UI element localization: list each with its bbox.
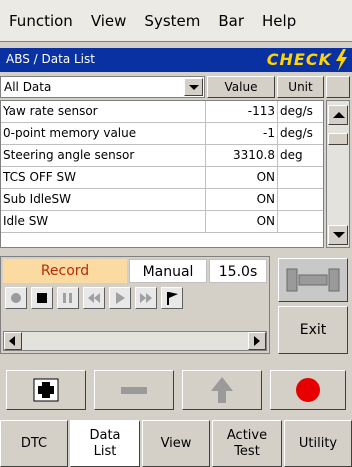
chevron-down-icon[interactable] bbox=[184, 78, 203, 96]
item-unit: deg/s bbox=[280, 104, 313, 118]
item-name: 0-point memory value bbox=[1, 123, 206, 144]
item-value: ON bbox=[206, 167, 278, 188]
exit-button[interactable]: Exit bbox=[278, 306, 348, 354]
table-row[interactable]: Idle SW ON bbox=[1, 211, 323, 233]
red-circle-icon bbox=[296, 378, 320, 402]
horizontal-scrollbar[interactable] bbox=[3, 331, 267, 351]
vertical-scrollbar[interactable] bbox=[326, 100, 350, 248]
add-button[interactable] bbox=[6, 370, 86, 410]
move-up-button[interactable] bbox=[182, 370, 262, 410]
lightning-icon bbox=[336, 49, 347, 71]
item-unit bbox=[278, 211, 323, 232]
data-filter-select[interactable]: All Data bbox=[0, 76, 205, 98]
up-arrow-icon bbox=[211, 377, 233, 403]
tab-label-line2: List bbox=[93, 444, 117, 459]
scroll-left-icon[interactable] bbox=[4, 332, 22, 350]
item-value: ON bbox=[206, 189, 278, 210]
tab-dtc[interactable]: DTC bbox=[0, 420, 68, 467]
plus-icon bbox=[33, 378, 59, 402]
item-value: -113 bbox=[206, 101, 278, 122]
column-header-blank bbox=[326, 76, 350, 98]
record-panel: Record Manual 15.0s bbox=[0, 256, 270, 354]
item-value: -1 bbox=[206, 123, 278, 144]
pause-icon[interactable] bbox=[57, 287, 79, 309]
check-badge: CHECK bbox=[266, 50, 332, 69]
tool-button[interactable] bbox=[278, 258, 348, 302]
item-name: TCS OFF SW bbox=[1, 167, 206, 188]
record-circle-icon[interactable] bbox=[5, 287, 27, 309]
menu-bar-item[interactable]: Bar bbox=[209, 12, 253, 30]
screen-title: ABS / Data List bbox=[6, 52, 95, 66]
item-unit bbox=[278, 189, 323, 210]
tab-label: Active bbox=[226, 427, 268, 443]
stop-icon[interactable] bbox=[31, 287, 53, 309]
record-start-button[interactable] bbox=[270, 370, 346, 410]
filter-selected-value: All Data bbox=[4, 80, 52, 94]
minus-icon bbox=[121, 387, 147, 394]
tab-label: Utility bbox=[298, 435, 338, 451]
flag-icon[interactable] bbox=[161, 287, 183, 309]
item-name: Sub IdleSW bbox=[1, 189, 206, 210]
scroll-thumb[interactable] bbox=[328, 133, 348, 145]
table-row[interactable]: 0-point memory value -1 deg/s bbox=[1, 123, 323, 145]
data-list-table: Yaw rate sensor -113 deg/s 0-point memor… bbox=[0, 100, 324, 248]
table-row[interactable]: Yaw rate sensor -113 deg/s bbox=[1, 101, 323, 123]
record-mode[interactable]: Manual bbox=[129, 259, 207, 283]
fast-forward-icon[interactable] bbox=[135, 287, 157, 309]
wrench-icon bbox=[286, 268, 340, 292]
menu-help[interactable]: Help bbox=[253, 12, 305, 30]
scroll-down-icon[interactable] bbox=[328, 225, 348, 245]
item-name: Idle SW bbox=[1, 211, 206, 232]
tab-label: Data bbox=[89, 428, 121, 443]
table-row[interactable]: Steering angle sensor 3310.8 deg bbox=[1, 145, 323, 167]
menu-bar: Function View System Bar Help bbox=[0, 0, 352, 42]
record-label[interactable]: Record bbox=[3, 259, 127, 283]
tab-view[interactable]: View bbox=[142, 420, 210, 467]
scroll-up-icon[interactable] bbox=[328, 105, 348, 125]
tab-label: View bbox=[160, 435, 192, 451]
tab-label: DTC bbox=[20, 435, 48, 451]
menu-system[interactable]: System bbox=[135, 12, 209, 30]
record-time[interactable]: 15.0s bbox=[209, 259, 267, 283]
remove-button[interactable] bbox=[94, 370, 174, 410]
column-header-unit[interactable]: Unit bbox=[277, 76, 324, 98]
tab-utility[interactable]: Utility bbox=[284, 420, 352, 467]
item-name: Yaw rate sensor bbox=[1, 101, 206, 122]
play-icon[interactable] bbox=[109, 287, 131, 309]
table-row[interactable]: TCS OFF SW ON bbox=[1, 167, 323, 189]
title-bar: ABS / Data List CHECK bbox=[0, 48, 352, 72]
item-unit: deg bbox=[280, 148, 303, 162]
item-value: 3310.8 bbox=[206, 145, 278, 166]
menu-view[interactable]: View bbox=[82, 12, 136, 30]
item-unit: deg/s bbox=[280, 126, 313, 140]
rewind-icon[interactable] bbox=[83, 287, 105, 309]
menu-function[interactable]: Function bbox=[0, 12, 82, 30]
tab-data-list[interactable]: Data List bbox=[70, 420, 140, 467]
tab-label-line2: Test bbox=[234, 443, 260, 459]
tab-active-test[interactable]: Active Test bbox=[212, 420, 282, 467]
scroll-right-icon[interactable] bbox=[248, 332, 266, 350]
table-row[interactable]: Sub IdleSW ON bbox=[1, 189, 323, 211]
item-value: ON bbox=[206, 211, 278, 232]
column-header-value[interactable]: Value bbox=[207, 76, 275, 98]
item-unit bbox=[278, 167, 323, 188]
item-name: Steering angle sensor bbox=[1, 145, 206, 166]
